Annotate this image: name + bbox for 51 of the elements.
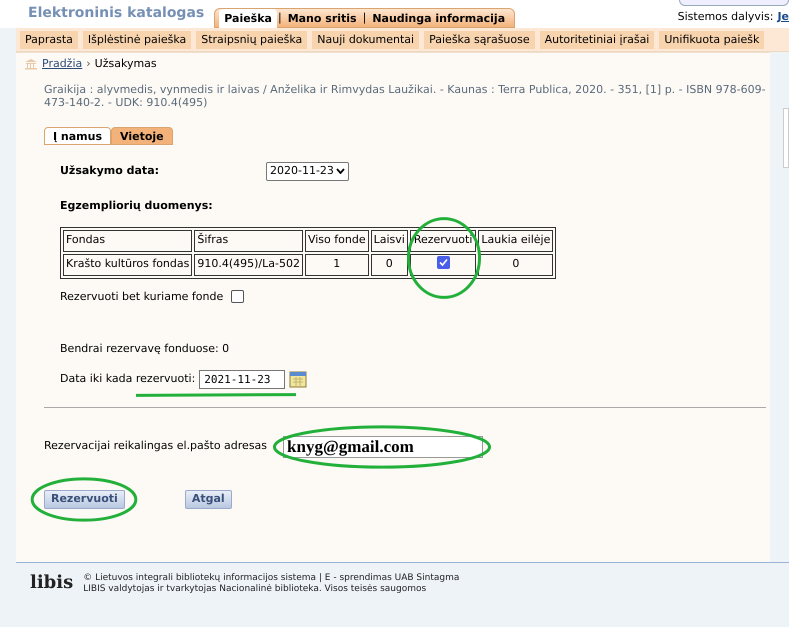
column-header: Viso fonde: [304, 230, 369, 252]
user-link[interactable]: Je: [777, 8, 789, 25]
subnav-link[interactable]: Autoritetiniai įrašai: [540, 30, 654, 48]
table-cell: Krašto kultūros fondas: [63, 254, 192, 276]
subnav-link[interactable]: Straipsnių paieška: [196, 30, 308, 48]
subnav-link[interactable]: Paprasta: [20, 30, 78, 48]
building-icon: [24, 58, 38, 70]
table-cell: 0: [478, 254, 554, 276]
column-header: Šifras: [194, 230, 303, 252]
any-fund-label: Rezervuoti bet kuriame fonde: [60, 288, 224, 304]
footer-text: © Lietuvos integrali bibliotekų informacijos sistema | E - sprendimas UAB Sintagma: [83, 573, 460, 584]
column-header: Laukia eilėje: [478, 230, 554, 252]
subnav-link[interactable]: Unifikuota paiešk: [659, 30, 764, 48]
email-label: Rezervacijai reikalingas el.pašto adresas: [44, 438, 268, 454]
until-date-label: Data iki kada rezervuoti:: [60, 370, 196, 387]
site-title: Elektroninis katalogas: [28, 4, 204, 23]
side-panel: [783, 108, 789, 168]
chevron-icon: [336, 168, 345, 174]
form-button[interactable]: Atgal: [184, 490, 232, 508]
calendar-icon[interactable]: [289, 370, 308, 388]
column-header: Fondas: [63, 230, 192, 252]
copies-title: Egzempliorių duomenys:: [59, 198, 214, 214]
form-button[interactable]: Rezervuoti: [44, 490, 125, 508]
subnav-link[interactable]: Paieška sąrašuose: [424, 30, 535, 48]
table-cell: 910.4(495)/La-502: [194, 254, 303, 276]
until-date-field[interactable]: 2021-11-23: [199, 370, 286, 388]
user-label: Sistemos dalyvis:: [678, 8, 774, 24]
main-tab[interactable]: Naudinga informacija: [367, 8, 510, 28]
breadcrumb-current: Užsakymas: [94, 56, 157, 72]
main-tab[interactable]: Mano sritis: [282, 8, 362, 28]
order-date-select[interactable]: 2020-11-23: [266, 162, 349, 180]
breadcrumb-separator: ›: [86, 56, 91, 72]
order-tab[interactable]: Į namus: [44, 127, 112, 145]
subnav-link[interactable]: Nauji dokumentai: [312, 30, 420, 48]
column-header: Laisvi: [370, 230, 408, 252]
tab-separator: |: [362, 10, 366, 26]
footer-text: LIBIS valdytojas ir tvarkytojas Nacionalinė biblioteka. Visos teisės saugomos: [83, 584, 428, 595]
email-field[interactable]: knyg@gmail.com: [283, 436, 484, 458]
any-fund-checkbox[interactable]: [231, 290, 244, 304]
main-tab[interactable]: Paieška: [219, 8, 277, 28]
record-description: Graikija : alyvmedis, vynmedis ir laivas / Anželika ir Rimvydas Laužikai. - Kaunas : Terra Publica, 2020. - 351, [1] p. - ISBN 978-609-473-140-2. - UDK: 910.4(495): [43, 83, 767, 109]
reserve-checkbox[interactable]: [436, 256, 450, 270]
libis-logo: libis: [30, 573, 74, 593]
tab-separator: |: [278, 10, 282, 26]
order-date-label: Užsakymo data:: [60, 162, 160, 179]
total-reserved-text: Bendrai rezervavę fonduose: 0: [59, 341, 230, 357]
subnav-link[interactable]: Išplėstinė paieška: [82, 30, 192, 48]
order-tab[interactable]: Vietoje: [111, 127, 173, 145]
table-cell: 0: [370, 254, 408, 276]
breadcrumb-link[interactable]: Pradžia: [42, 56, 82, 72]
table-cell: 1: [304, 254, 369, 276]
